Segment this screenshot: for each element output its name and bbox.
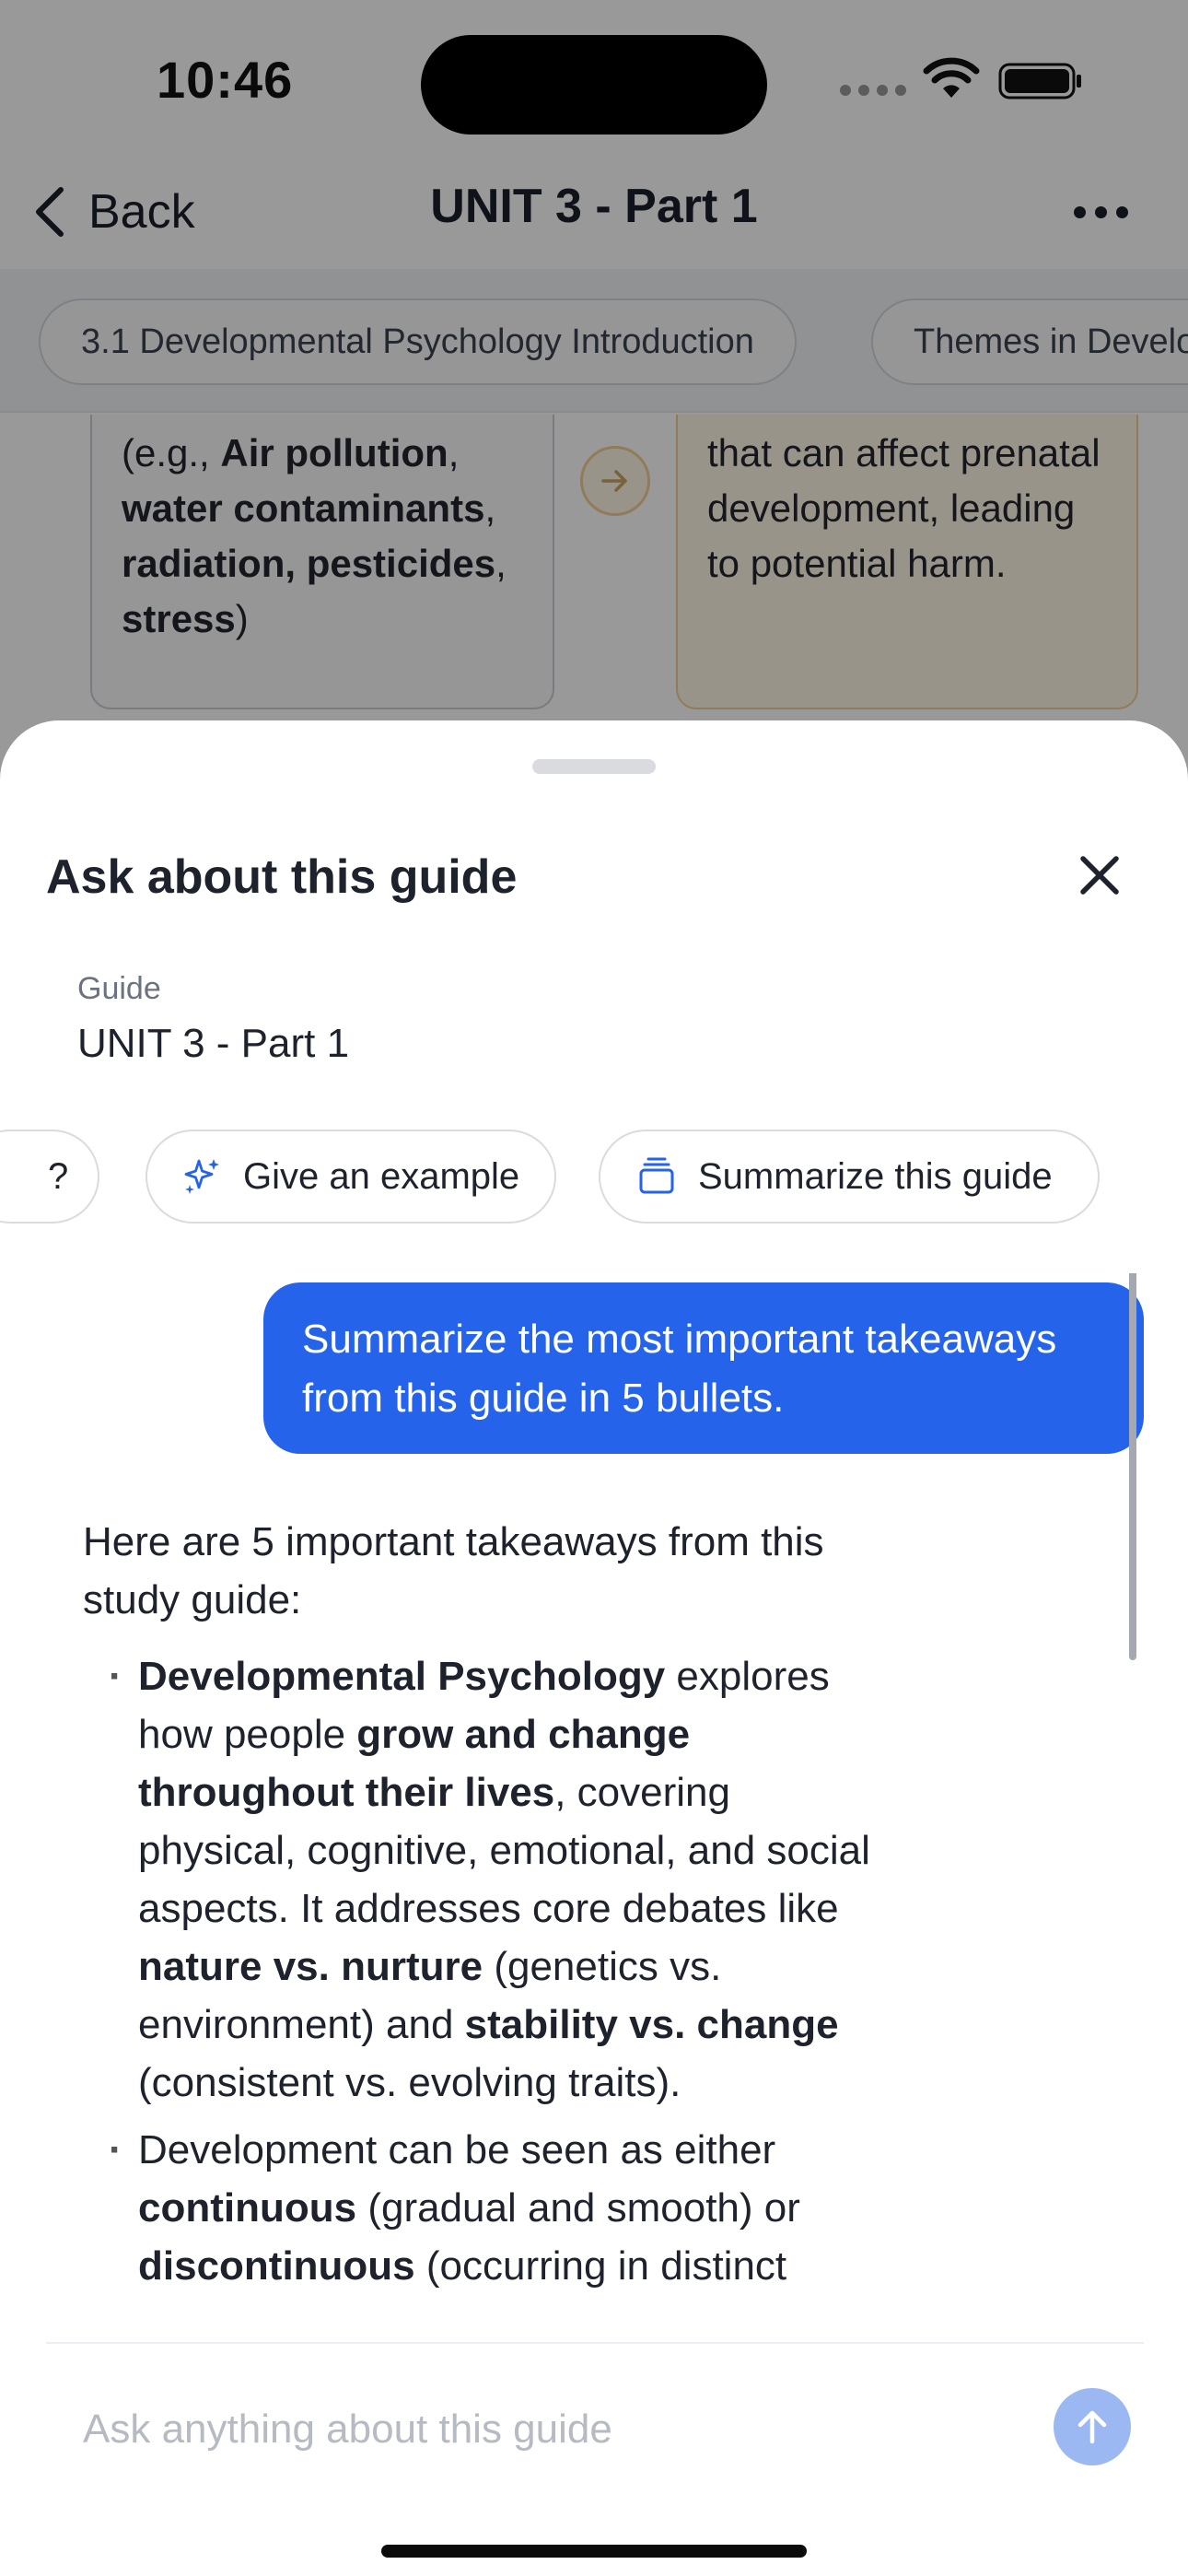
- guide-label: Guide: [77, 971, 161, 1006]
- home-indicator: [381, 2545, 807, 2558]
- arrow-up-icon: [1077, 2410, 1107, 2444]
- divider: [46, 2342, 1144, 2344]
- assistant-message: Here are 5 important takeaways from this…: [83, 1513, 875, 2304]
- suggestion-label: ?: [48, 1155, 69, 1197]
- suggestion-chip-example[interactable]: Give an example: [146, 1130, 556, 1224]
- sheet-grabber[interactable]: [532, 759, 656, 774]
- answer-intro: Here are 5 important takeaways from this…: [83, 1519, 824, 1622]
- suggestion-chips: ? Give an example Summarize this guide: [0, 1130, 1188, 1225]
- close-icon[interactable]: [1074, 849, 1125, 901]
- suggestion-chip-summarize[interactable]: Summarize this guide: [599, 1130, 1100, 1224]
- suggestion-label: Summarize this guide: [698, 1155, 1053, 1197]
- sheet-title: Ask about this guide: [46, 850, 518, 904]
- chat-thread[interactable]: Summarize the most important takeaways f…: [0, 1273, 1188, 2342]
- user-message: Summarize the most important takeaways f…: [263, 1282, 1144, 1454]
- stack-icon: [639, 1157, 674, 1194]
- scrollbar[interactable]: [1129, 1273, 1136, 1660]
- ask-guide-sheet: Ask about this guide Guide UNIT 3 - Part…: [0, 720, 1188, 2576]
- ask-input[interactable]: [83, 2397, 1022, 2462]
- sparkle-icon: [184, 1159, 219, 1194]
- suggestion-chip-question[interactable]: ?: [0, 1130, 99, 1224]
- guide-name: UNIT 3 - Part 1: [77, 1021, 350, 1066]
- suggestion-label: Give an example: [243, 1155, 520, 1197]
- send-button[interactable]: [1054, 2388, 1131, 2465]
- answer-bullet: Developmental Psychology explores how pe…: [83, 1647, 875, 2112]
- composer: [0, 2342, 1188, 2576]
- answer-bullet: Development can be seen as either contin…: [83, 2121, 875, 2295]
